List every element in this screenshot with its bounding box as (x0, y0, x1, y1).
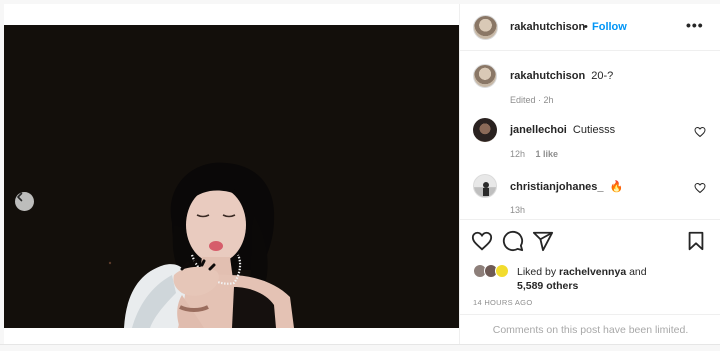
post-header: rakahutchison • Follow ••• (460, 4, 720, 51)
post-sidebar: rakahutchison • Follow ••• rakahutchison… (459, 4, 720, 344)
caption-body: 20-? (591, 70, 614, 82)
fire-emoji-icon: 🔥 (609, 181, 624, 193)
avatar[interactable] (473, 174, 497, 198)
comment-text: christianjohanes_ 🔥 (510, 180, 623, 193)
follow-button[interactable]: Follow (592, 21, 627, 33)
comments-limited-notice: Comments on this post have been limited. (460, 314, 720, 344)
comment-time: 12h (510, 149, 526, 159)
liked-by-prefix: Liked by (517, 266, 557, 278)
comment-username[interactable]: janellechoi (510, 124, 567, 136)
post-photo (4, 25, 459, 328)
likes-text: Liked by rachelvennya and 5,589 others (517, 265, 647, 293)
action-bar: Liked by rachelvennya and 5,589 others 1… (460, 219, 720, 319)
carousel-prev-button[interactable] (15, 192, 34, 211)
liked-by-joiner: and (629, 266, 647, 278)
likes-summary: Liked by rachelvennya and 5,589 others (473, 262, 713, 292)
more-options-icon[interactable]: ••• (686, 17, 704, 33)
bookmark-icon[interactable] (685, 230, 707, 252)
author-username[interactable]: rakahutchison (510, 21, 585, 33)
avatar-figure (483, 182, 489, 196)
comment-meta: 13h (510, 205, 525, 215)
comment-time: 13h (510, 205, 526, 215)
comment-meta: 12h 1 like (510, 149, 558, 159)
bottom-edge (0, 344, 720, 351)
comment-bubble-icon[interactable] (502, 230, 524, 252)
comment-username[interactable]: christianjohanes_ (510, 181, 604, 193)
comment-body: Cutiesss (572, 124, 616, 136)
liked-by-user[interactable]: rachelvennya (559, 266, 626, 278)
post-media[interactable] (4, 25, 459, 328)
caption-meta: Edited · 2h (510, 95, 554, 105)
comment-like-count[interactable]: 1 like (536, 149, 559, 159)
author-avatar[interactable] (473, 15, 498, 40)
caption-text: rakahutchison 20-? (510, 70, 613, 82)
chevron-left-icon (17, 192, 23, 202)
comment-text: janellechoi Cutiesss (510, 124, 615, 136)
heart-outline-icon[interactable] (694, 126, 706, 138)
likes-others-link[interactable]: 5,589 others (517, 280, 578, 292)
paper-plane-icon[interactable] (532, 230, 554, 252)
post-modal: rakahutchison • Follow ••• rakahutchison… (0, 0, 720, 351)
liker-avatar (495, 264, 509, 278)
caption-username[interactable]: rakahutchison (510, 70, 585, 82)
heart-outline-icon[interactable] (694, 182, 706, 194)
heart-outline-icon[interactable] (471, 230, 493, 252)
header-separator: • (584, 21, 588, 33)
avatar[interactable] (473, 64, 497, 88)
comments-list: rakahutchison 20-? Edited · 2h janellech… (460, 52, 720, 219)
avatar[interactable] (473, 118, 497, 142)
post-timestamp[interactable]: 14 HOURS AGO (473, 298, 532, 307)
